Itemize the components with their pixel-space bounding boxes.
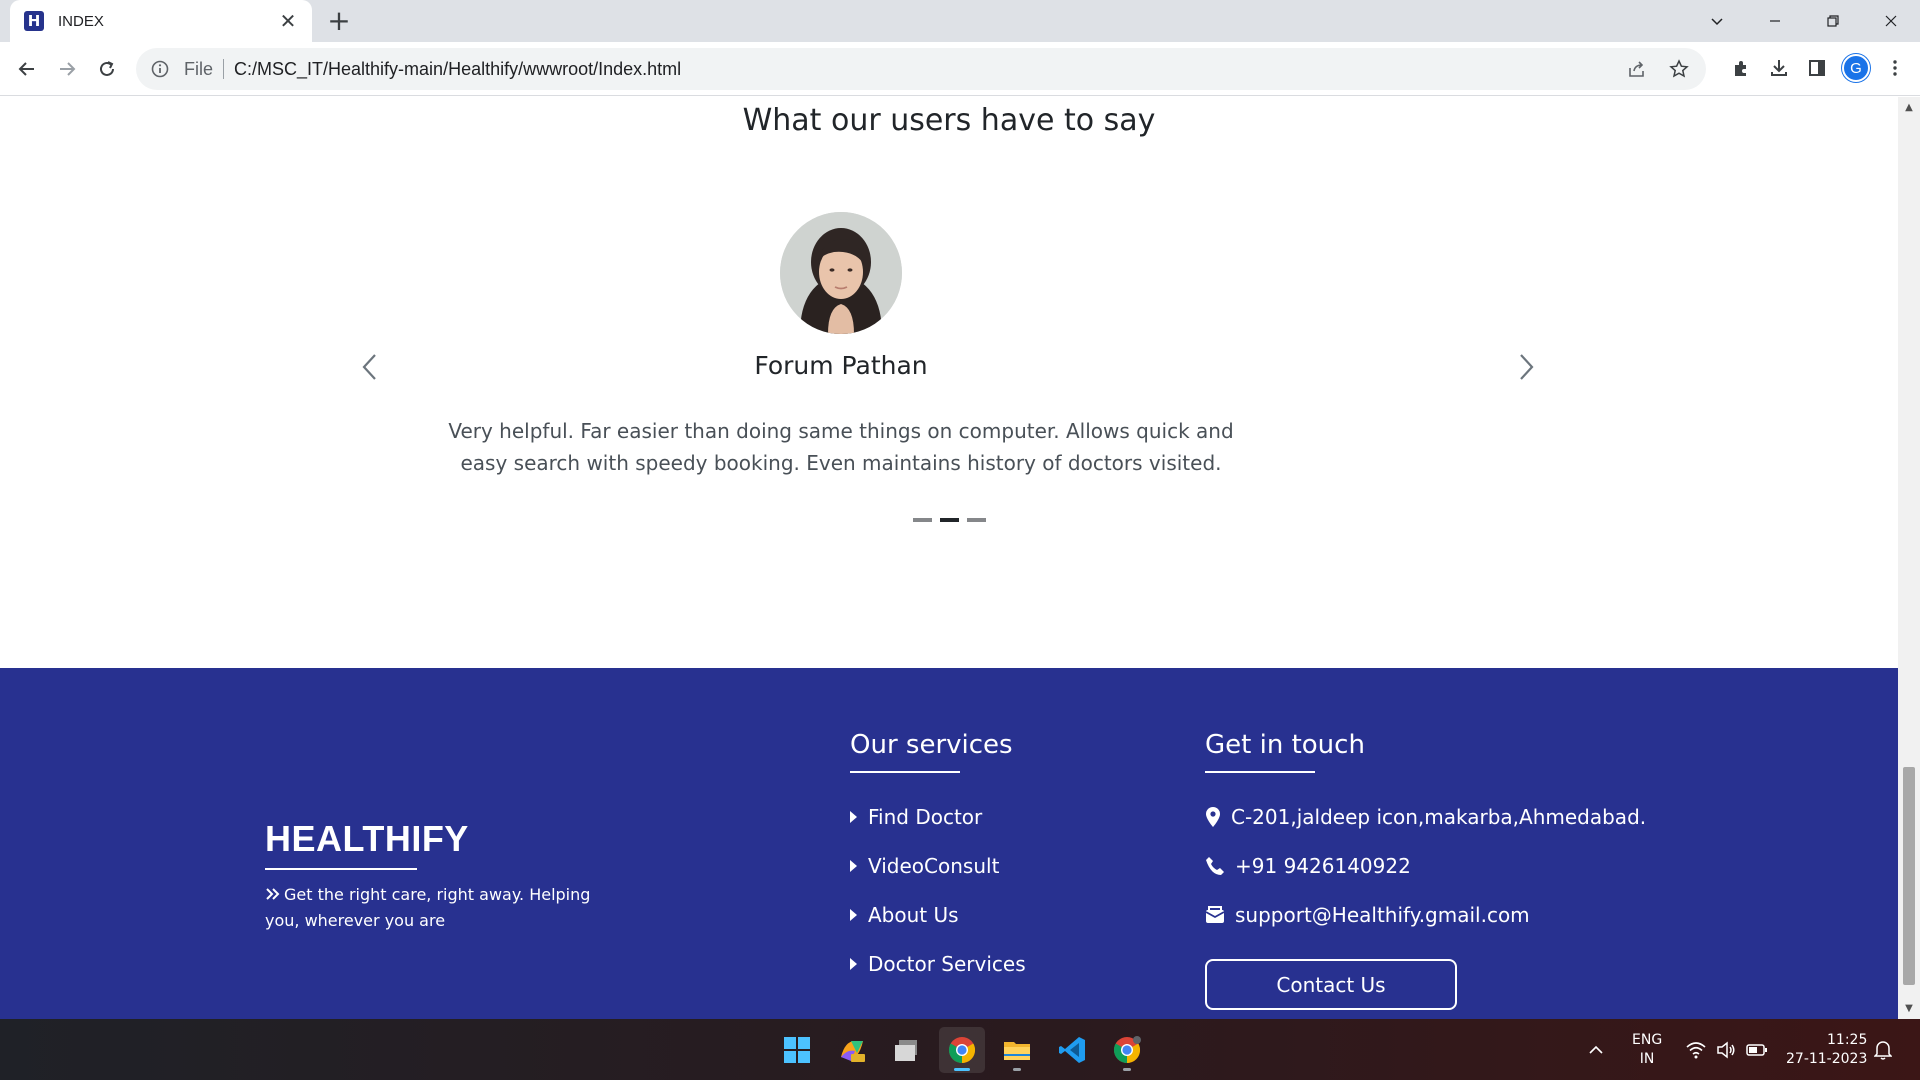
- close-window-icon[interactable]: [1862, 0, 1920, 42]
- brand-underline: [265, 868, 417, 870]
- language-indicator[interactable]: ENG IN: [1632, 1019, 1662, 1080]
- taskbar-apps: [774, 1027, 1150, 1073]
- task-view-icon[interactable]: [884, 1027, 930, 1073]
- tray-expand-icon[interactable]: [1588, 1019, 1604, 1080]
- tab-close-icon[interactable]: ✕: [278, 9, 298, 33]
- chrome-icon[interactable]: [939, 1027, 985, 1073]
- site-footer: HEALTHIFY Get the right care, right away…: [0, 668, 1898, 1019]
- caret-right-icon: [850, 811, 857, 823]
- browser-toolbar: File C:/MSC_IT/Healthify-main/Healthify/…: [0, 42, 1920, 96]
- scroll-down-icon[interactable]: ▼: [1903, 1003, 1915, 1015]
- contact-us-button[interactable]: Contact Us: [1205, 959, 1457, 1010]
- start-icon[interactable]: [774, 1027, 820, 1073]
- service-link-label: Doctor Services: [868, 952, 1026, 976]
- caret-right-icon: [850, 958, 857, 970]
- open-app-indicator: [1013, 1068, 1021, 1071]
- scroll-up-icon[interactable]: ▲: [1903, 102, 1915, 114]
- clock-date: 27-11-2023: [1786, 1050, 1868, 1067]
- windows-taskbar: ENG IN 11:25 27-11-2023: [0, 1019, 1920, 1080]
- page-scrollbar[interactable]: ▲ ▼: [1898, 97, 1920, 1019]
- url-separator: [223, 59, 225, 79]
- url-text[interactable]: C:/MSC_IT/Healthify-main/Healthify/wwwro…: [234, 59, 681, 80]
- testimonials-heading: What our users have to say: [742, 103, 1156, 138]
- contact-heading: Get in touch: [1205, 730, 1365, 760]
- double-chevron-right-icon: [266, 888, 280, 900]
- scrollbar-thumb[interactable]: [1903, 767, 1915, 985]
- user-quote: Very helpful. Far easier than doing same…: [448, 419, 1234, 475]
- wifi-icon: [1686, 1041, 1706, 1058]
- user-avatar: [780, 212, 902, 334]
- url-scheme-label: File: [184, 58, 214, 79]
- restore-icon[interactable]: [1804, 0, 1862, 42]
- service-link-label: Find Doctor: [868, 805, 983, 829]
- footer-tagline: Get the right care, right away. Helping …: [265, 882, 605, 934]
- side-panel-icon[interactable]: [1804, 55, 1830, 81]
- profile-avatar[interactable]: G: [1842, 54, 1870, 82]
- service-link[interactable]: Doctor Services: [850, 952, 1026, 976]
- menu-kebab-icon[interactable]: [1882, 55, 1908, 81]
- footer-brand: HEALTHIFY: [265, 818, 469, 859]
- carousel-indicator[interactable]: [913, 518, 932, 522]
- system-tray-icons[interactable]: [1686, 1019, 1768, 1080]
- service-link-label: About Us: [868, 903, 959, 927]
- info-icon[interactable]: [150, 59, 170, 79]
- email-text: support@Healthify.gmail.com: [1235, 903, 1530, 927]
- healthify-favicon-icon: H: [24, 11, 44, 31]
- carousel-indicators: [913, 518, 986, 522]
- toolbar-actions: G: [1728, 54, 1908, 82]
- user-name: Forum Pathan: [754, 351, 928, 380]
- download-icon[interactable]: [1766, 55, 1792, 81]
- extensions-icon[interactable]: [1728, 55, 1754, 81]
- copilot-icon[interactable]: [829, 1027, 875, 1073]
- clock[interactable]: 11:25 27-11-2023: [1786, 1019, 1867, 1080]
- notification-bell-icon[interactable]: [1874, 1019, 1892, 1080]
- forward-icon[interactable]: [52, 54, 82, 84]
- service-link[interactable]: VideoConsult: [850, 854, 999, 878]
- email-item: support@Healthify.gmail.com: [1205, 903, 1530, 927]
- carousel-indicator[interactable]: [940, 518, 959, 522]
- contact-underline: [1205, 771, 1315, 773]
- lang-line2: IN: [1639, 1050, 1655, 1067]
- browser-tab-bar: H INDEX ✕ +: [0, 0, 1920, 42]
- carousel-indicator[interactable]: [967, 518, 986, 522]
- active-app-indicator: [954, 1068, 970, 1071]
- window-controls: [1688, 0, 1920, 42]
- back-icon[interactable]: [12, 54, 42, 84]
- clock-time: 11:25: [1827, 1031, 1868, 1048]
- desktop: H INDEX ✕ + File C:/MSC_IT/Healthify-mai…: [0, 0, 1920, 1080]
- service-link[interactable]: About Us: [850, 903, 959, 927]
- service-link[interactable]: Find Doctor: [850, 805, 982, 829]
- caret-right-icon: [850, 909, 857, 921]
- map-pin-icon: [1206, 807, 1220, 827]
- address-bar-actions: [1624, 56, 1692, 82]
- phone-icon: [1206, 857, 1224, 875]
- open-app-indicator: [1123, 1068, 1131, 1071]
- share-icon[interactable]: [1624, 56, 1650, 82]
- services-underline: [850, 771, 960, 773]
- reload-icon[interactable]: [92, 54, 122, 84]
- service-link-label: VideoConsult: [868, 854, 1000, 878]
- volume-icon: [1717, 1040, 1735, 1059]
- file-explorer-icon[interactable]: [994, 1027, 1040, 1073]
- phone-item: +91 9426140922: [1205, 854, 1411, 878]
- bookmark-star-icon[interactable]: [1666, 56, 1692, 82]
- browser-tab[interactable]: H INDEX ✕: [10, 0, 312, 42]
- tagline-text: Get the right care, right away. Helping …: [265, 885, 591, 930]
- lang-line1: ENG: [1632, 1031, 1663, 1048]
- chrome-canary-icon[interactable]: [1104, 1027, 1150, 1073]
- new-tab-icon[interactable]: +: [324, 6, 354, 36]
- page-viewport: What our users have to say Forum Pathan …: [0, 97, 1898, 1019]
- battery-icon: [1746, 1043, 1767, 1056]
- email-icon: [1205, 906, 1225, 923]
- caret-right-icon: [850, 860, 857, 872]
- phone-text: +91 9426140922: [1235, 854, 1411, 878]
- address-item: C-201,jaldeep icon,makarba,Ahmedabad.: [1205, 805, 1646, 829]
- address-text: C-201,jaldeep icon,makarba,Ahmedabad.: [1231, 805, 1647, 829]
- tab-search-icon[interactable]: [1688, 0, 1746, 42]
- minimize-icon[interactable]: [1746, 0, 1804, 42]
- vscode-icon[interactable]: [1049, 1027, 1095, 1073]
- services-heading: Our services: [850, 730, 1013, 760]
- tab-title: INDEX: [58, 12, 104, 30]
- address-bar[interactable]: File C:/MSC_IT/Healthify-main/Healthify/…: [136, 48, 1706, 90]
